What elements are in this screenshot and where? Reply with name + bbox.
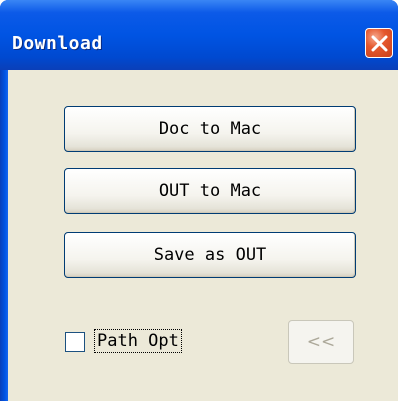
path-opt-checkbox[interactable] <box>65 332 85 352</box>
window-title: Download <box>12 33 103 54</box>
save-as-out-label: Save as OUT <box>153 245 267 265</box>
out-to-mac-label: OUT to Mac <box>158 181 262 201</box>
close-x-icon <box>371 35 388 52</box>
path-opt-label[interactable]: Path Opt <box>94 329 182 353</box>
collapse-label: << <box>306 332 336 352</box>
doc-to-mac-label: Doc to Mac <box>158 119 262 139</box>
out-to-mac-button[interactable]: OUT to Mac <box>64 168 356 214</box>
doc-to-mac-button[interactable]: Doc to Mac <box>64 106 356 152</box>
close-button[interactable] <box>365 28 393 58</box>
title-bar[interactable]: Download <box>0 0 398 70</box>
download-window: Download Doc to Mac OUT to Mac Save as O… <box>0 0 398 401</box>
window-left-border <box>0 70 8 401</box>
collapse-button[interactable]: << <box>288 320 354 364</box>
save-as-out-button[interactable]: Save as OUT <box>64 232 356 278</box>
dialog-client-area: Doc to Mac OUT to Mac Save as OUT Path O… <box>8 70 398 401</box>
